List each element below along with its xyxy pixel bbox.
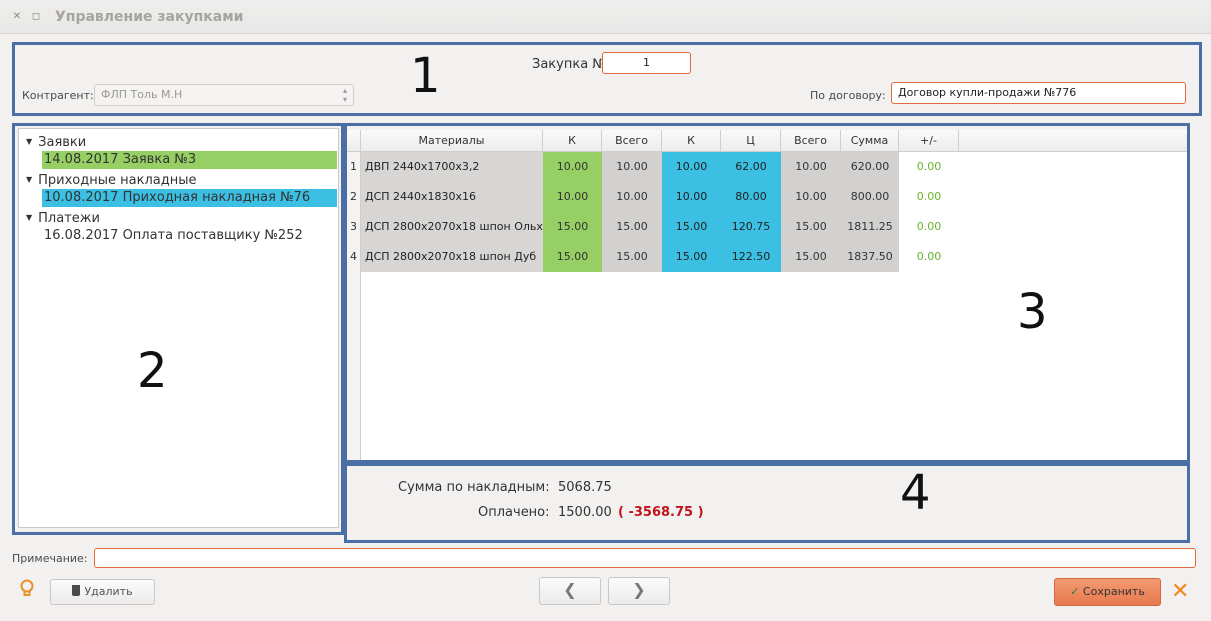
row-number-header: [347, 130, 361, 152]
total-cell[interactable]: 10.00: [602, 152, 662, 182]
materials-table: Материалы К Всего К Ц Всего Сумма +/- 1Д…: [347, 130, 1187, 460]
tree-group-invoices[interactable]: ▼ Приходные накладные: [26, 171, 197, 189]
col-header-k2[interactable]: К: [662, 130, 721, 152]
section-number-1: 1: [410, 48, 441, 104]
table-row[interactable]: 2 ДСП 2440x1830x16 10.00 10.00 10.00 80.00 10.…: [347, 182, 959, 212]
row-number: 2: [347, 182, 361, 212]
total-cell[interactable]: 10.00: [602, 182, 662, 212]
k-cell[interactable]: 10.00: [543, 152, 602, 182]
counterparty-label: Контрагент:: [22, 89, 94, 102]
total2-cell[interactable]: 15.00: [781, 212, 841, 242]
sum-cell[interactable]: 620.00: [841, 152, 899, 182]
previous-button[interactable]: ❮: [539, 577, 601, 605]
chevron-left-icon: ❮: [563, 580, 577, 599]
note-label: Примечание:: [12, 552, 88, 565]
diff-cell[interactable]: 0.00: [899, 242, 959, 272]
row-number: 4: [347, 242, 361, 272]
balance-value: ( -3568.75 ): [618, 505, 704, 520]
table-row[interactable]: 3 ДСП 2800x2070x18 шпон Ольха 15.00 15.00 15…: [347, 212, 959, 242]
purchase-window: ✕ ◻ Управление закупками 1 Закупка № 1 К…: [0, 0, 1211, 621]
checkmark-icon: ✓: [1070, 585, 1080, 598]
paid-value: 1500.00: [558, 505, 612, 520]
delete-button[interactable]: Удалить: [50, 579, 155, 605]
counterparty-combobox[interactable]: ФЛП Толь М.Н ▴ ▾: [94, 84, 354, 106]
material-cell[interactable]: ДСП 2800x2070x18 шпон Ольха: [361, 212, 543, 242]
title-bar: ✕ ◻ Управление закупками: [0, 0, 1211, 34]
k2-cell[interactable]: 15.00: [662, 242, 721, 272]
tree-group-requests[interactable]: ▼ Заявки: [26, 133, 86, 151]
col-header-k[interactable]: К: [543, 130, 602, 152]
close-icon[interactable]: ✕: [10, 10, 24, 24]
sum-cell[interactable]: 1837.50: [841, 242, 899, 272]
sum-cell[interactable]: 1811.25: [841, 212, 899, 242]
paid-label: Оплачено:: [478, 505, 550, 520]
row-number: 3: [347, 212, 361, 242]
counterparty-value: ФЛП Толь М.Н: [101, 88, 183, 101]
total-cell[interactable]: 15.00: [602, 212, 662, 242]
k2-cell[interactable]: 15.00: [662, 212, 721, 242]
note-field[interactable]: [94, 548, 1196, 568]
total-cell[interactable]: 15.00: [602, 242, 662, 272]
next-button[interactable]: ❯: [608, 577, 670, 605]
total2-cell[interactable]: 10.00: [781, 182, 841, 212]
tree-group-payments[interactable]: ▼ Платежи: [26, 209, 100, 227]
section-number-3: 3: [1017, 284, 1048, 340]
tree-item-payment[interactable]: 16.08.2017 Оплата поставщику №252: [44, 227, 303, 245]
total2-cell[interactable]: 15.00: [781, 242, 841, 272]
price-cell[interactable]: 120.75: [721, 212, 781, 242]
save-button[interactable]: ✓ Сохранить: [1054, 578, 1161, 606]
k-cell[interactable]: 15.00: [543, 212, 602, 242]
col-header-total[interactable]: Всего: [602, 130, 662, 152]
row-number: 1: [347, 152, 361, 182]
price-cell[interactable]: 80.00: [721, 182, 781, 212]
material-cell[interactable]: ДСП 2440x1830x16: [361, 182, 543, 212]
maximize-icon[interactable]: ◻: [29, 10, 43, 24]
invoices-sum-label: Сумма по накладным:: [398, 480, 550, 495]
total2-cell[interactable]: 10.00: [781, 152, 841, 182]
k-cell[interactable]: 15.00: [543, 242, 602, 272]
price-cell[interactable]: 122.50: [721, 242, 781, 272]
table-row[interactable]: 1 ДВП 2440x1700x3,2 10.00 10.00 10.00 62.00 10…: [347, 152, 959, 182]
expand-arrow-icon[interactable]: ▼: [26, 209, 34, 227]
material-cell[interactable]: ДВП 2440x1700x3,2: [361, 152, 543, 182]
material-cell[interactable]: ДСП 2800x2070x18 шпон Дуб: [361, 242, 543, 272]
diff-cell[interactable]: 0.00: [899, 212, 959, 242]
col-header-sum[interactable]: Сумма: [841, 130, 899, 152]
col-header-filler: [959, 130, 1187, 152]
col-header-price[interactable]: Ц: [721, 130, 781, 152]
col-header-total2[interactable]: Всего: [781, 130, 841, 152]
k2-cell[interactable]: 10.00: [662, 152, 721, 182]
section-number-2: 2: [137, 343, 168, 399]
section-number-4: 4: [900, 465, 931, 521]
tree-item-request[interactable]: 14.08.2017 Заявка №3: [42, 151, 337, 169]
tree-item-invoice[interactable]: 10.08.2017 Приходная накладная №76: [42, 189, 337, 207]
window-title: Управление закупками: [55, 9, 244, 25]
k-cell[interactable]: 10.00: [543, 182, 602, 212]
trash-icon: [72, 585, 81, 596]
col-header-materials[interactable]: Материалы: [361, 130, 543, 152]
chevron-right-icon: ❯: [632, 580, 646, 599]
expand-arrow-icon[interactable]: ▼: [26, 171, 34, 189]
contract-label: По договору:: [810, 89, 886, 102]
invoices-sum-value: 5068.75: [558, 480, 612, 495]
summary-frame: [344, 463, 1190, 543]
spinner-icon: ▴ ▾: [342, 86, 347, 104]
col-header-diff[interactable]: +/-: [899, 130, 959, 152]
close-x-icon[interactable]: ✕: [1171, 580, 1189, 604]
k2-cell[interactable]: 10.00: [662, 182, 721, 212]
price-cell[interactable]: 62.00: [721, 152, 781, 182]
table-row[interactable]: 4 ДСП 2800x2070x18 шпон Дуб 15.00 15.00 15.0…: [347, 242, 959, 272]
diff-cell[interactable]: 0.00: [899, 182, 959, 212]
sum-cell[interactable]: 800.00: [841, 182, 899, 212]
expand-arrow-icon[interactable]: ▼: [26, 133, 34, 151]
contract-field[interactable]: Договор купли-продажи №776: [891, 82, 1186, 104]
diff-cell[interactable]: 0.00: [899, 152, 959, 182]
purchase-number-field[interactable]: 1: [602, 52, 691, 74]
lightbulb-icon[interactable]: [20, 579, 34, 601]
purchase-label: Закупка №: [532, 57, 606, 72]
